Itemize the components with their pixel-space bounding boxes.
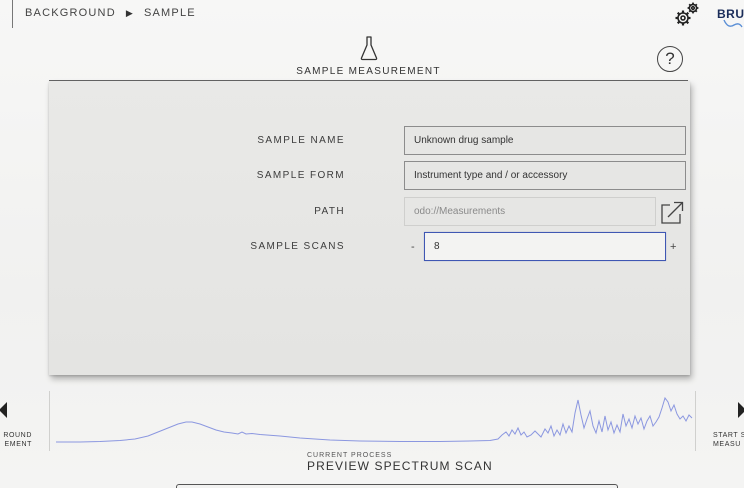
scans-increment-button[interactable]: + [670, 232, 676, 262]
sample-name-label: SAMPLE NAME [257, 135, 345, 146]
current-process-label: CURRENT PROCESS [307, 452, 393, 459]
sample-form-label: SAMPLE FORM [256, 170, 345, 181]
spectrum-line [56, 396, 693, 443]
breadcrumb-separator-icon: ▶ [125, 7, 134, 18]
sample-measurement-panel: SAMPLE NAME Unknown drug sample SAMPLE F… [49, 81, 690, 375]
external-link-icon[interactable] [659, 199, 685, 225]
sample-name-input[interactable]: Unknown drug sample [404, 126, 686, 155]
top-bar: BACKGROUND ▶ SAMPLE BRU [0, 0, 744, 30]
sample-name-row: SAMPLE NAME Unknown drug sample [49, 126, 690, 156]
sample-form-row: SAMPLE FORM Instrument type and / or acc… [49, 161, 690, 191]
scans-decrement-button[interactable]: - [411, 232, 415, 262]
spectrum-preview [56, 396, 693, 443]
sample-scans-label: SAMPLE SCANS [250, 241, 345, 252]
path-label: PATH [314, 206, 345, 217]
sample-scans-input[interactable]: 8 [424, 232, 666, 261]
current-process-title: PREVIEW SPECTRUM SCAN [307, 459, 493, 473]
breadcrumb-sample[interactable]: SAMPLE [144, 7, 196, 19]
breadcrumb-background[interactable]: BACKGROUND [25, 7, 116, 19]
flask-icon [360, 36, 378, 61]
sample-form-input[interactable]: Instrument type and / or accessory [404, 161, 686, 190]
progress-bar [176, 484, 618, 488]
gear-icon [675, 2, 699, 26]
breadcrumb: BACKGROUND ▶ SAMPLE [25, 7, 196, 19]
path-input[interactable]: odo://Measurements [404, 197, 656, 226]
panel-title: SAMPLE MEASUREMENT [296, 66, 441, 77]
settings-button[interactable] [672, 0, 702, 28]
sample-scans-row: SAMPLE SCANS - 8 + [49, 232, 690, 262]
left-divider [12, 0, 13, 28]
path-row: PATH odo://Measurements [49, 197, 690, 227]
brand-logo-mark [723, 19, 743, 28]
